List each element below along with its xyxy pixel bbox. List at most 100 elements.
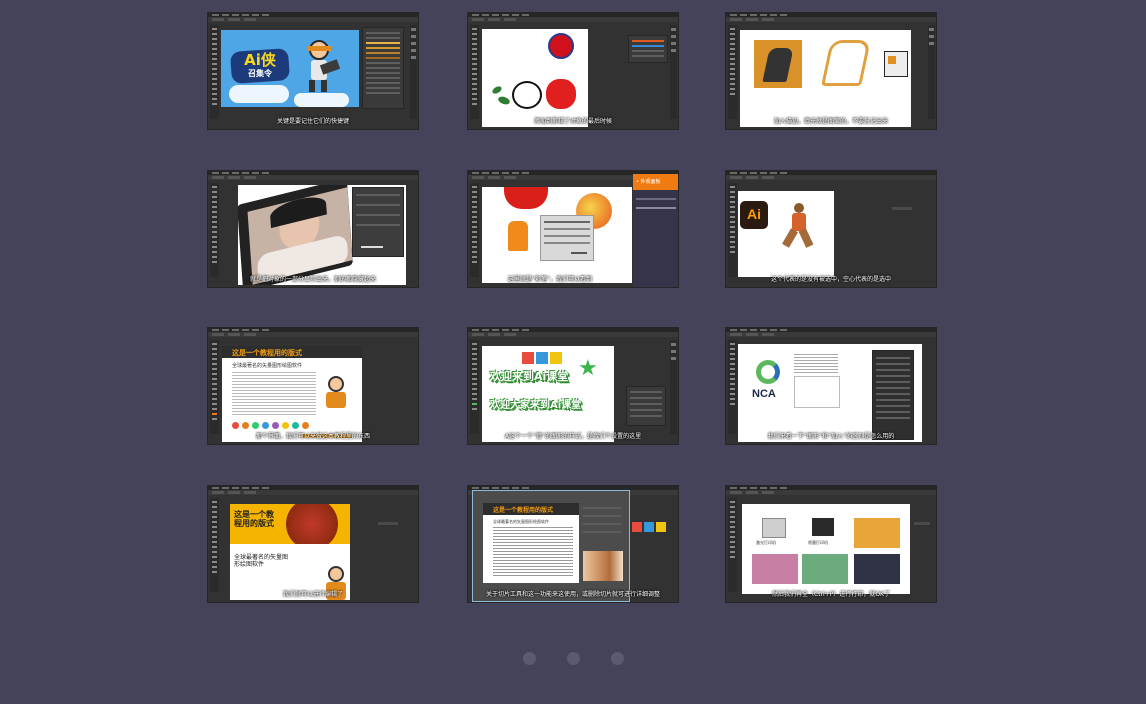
runner-illustration [782,203,814,253]
dragon-illustration [274,504,350,544]
artboard [238,185,406,285]
artboard: 这是一个教程用的版式 全球最著名的矢量图形绘图软件 [230,504,350,600]
body-text-block [232,372,316,416]
nca-logo-mark [756,360,780,384]
control-bar [208,490,418,495]
artboard [740,30,911,127]
printer-label-1: 激光打印机 [756,540,776,545]
pagination-dot-2[interactable] [567,652,580,665]
artboard: 激光打印机 喷墨打印机 [742,504,910,594]
artboard [482,29,588,127]
video-subtitle: 就是把对象的一部分显示出来，别的都隐藏起来 [249,276,376,283]
3d-options-panel [626,386,666,426]
video-thumbnail-6[interactable]: Ai 这个代表的是没有被选中，空心代表的是选中 [725,170,937,288]
tools-panel [728,340,737,434]
video-subtitle: 添加到剪辑了对象的最后时候 [533,118,612,125]
layout-title: 这是一个教程用的版式 [234,510,274,528]
pagination-dot-3[interactable] [611,652,624,665]
art-title: Ai侠 [244,51,276,69]
orange-rounded-shape [508,221,528,251]
bell-pepper-graphic [504,187,548,209]
pink-color-block [752,554,798,584]
control-bar [208,332,418,337]
panel-dock [928,25,935,119]
tools-panel [210,498,219,592]
layout-title: 这是一个教程用的版式 [232,349,302,357]
course-menu-panel: • 外观面板 [633,174,678,287]
navy-color-block [854,554,900,584]
3d-text-line-2: 欢迎大家来到Ai课堂 [490,400,582,411]
tools-panel [210,25,219,119]
artboard: Ai [738,191,834,277]
inkjet-printer-image [812,518,834,536]
canvas-hint [378,522,398,525]
video-thumbnail-10[interactable]: 这是一个教程用的版式 全球最著名的矢量图形绘图软件 我们就可以进行编辑了 [207,485,419,603]
video-subtitle: 关于切片工具和这一功能来这使用，或删除切片就可进行详细调整 [485,591,660,598]
pagination-dot-1[interactable] [523,652,536,665]
course-menu-header-label: • 外观面板 [636,179,661,185]
panel-dock [410,25,417,119]
artboard [482,187,632,283]
tools-panel [470,340,479,434]
artboard: 这是一个教程用的版式 全球最著名的矢量图形绘图软件 [222,346,362,442]
cartoon-hero-illustration [301,40,341,92]
green-star-shape: ★ [578,356,598,381]
artboard: ★ 欢迎来到Ai课堂 欢迎大家来到Ai课堂 [482,346,614,442]
control-bar [726,490,936,495]
layout-heading: 全球最著名的矢量图形绘图软件 [493,519,549,524]
tools-panel [470,183,479,277]
swatches-panel [362,27,404,109]
video-thumbnail-5[interactable]: • 外观面板 这里就是“彩笔”，我们可以看到 [467,170,679,288]
color-panel [628,35,668,63]
swatch-panel [884,51,908,77]
video-thumbnail-3[interactable]: 加入描边，填充就是图案的，不要忘记出来 [725,12,937,130]
layout-title: 这是一个教程用的版式 [493,507,554,514]
red-fill-shape [546,79,576,109]
circle-outline-shape [512,81,542,109]
printer-label-2: 喷墨打印机 [808,540,828,545]
raspberry-graphic [548,33,574,59]
page-outline [794,376,840,408]
ai-logo-text: Ai [747,206,761,222]
layers-panel [872,350,914,440]
tools-panel [728,25,737,119]
export-preview-window: 这是一个教程用的版式 全球最著名的矢量图形绘图软件 [472,490,630,602]
video-thumbnail-1[interactable]: Ai侠 召集令 关键是要记住它们的快捷键 [207,12,419,130]
video-subtitle: 加入描边，填充就是图案的，不要忘记出来 [773,118,888,125]
orange-color-block [854,518,900,548]
tools-panel [728,183,737,277]
video-subtitle: 这里就是“彩笔”，我们可以看到 [507,276,593,283]
panel-dock [670,340,677,434]
video-thumbnail-2[interactable]: 添加到剪辑了对象的最后时候 [467,12,679,130]
video-thumbnail-4[interactable]: 就是把对象的一部分显示出来，别的都隐藏起来 [207,170,419,288]
control-bar [726,17,936,22]
control-bar [468,332,678,337]
control-bar [726,175,936,180]
laser-printer-image [762,518,786,538]
clipping-dialog [352,187,404,257]
video-subtitle: 这个代表的是没有被选中，空心代表的是选中 [770,276,891,283]
video-thumbnail-9[interactable]: NCA 我们来看一下“图形”和“加入”的区别是怎么用的 [725,327,937,445]
video-thumbnail-7[interactable]: 这是一个教程用的版式 全球最著名的矢量图形绘图软件 那个界面，我们可以来做这本教… [207,327,419,445]
3d-text-line-1: 欢迎来到Ai课堂 [490,370,569,383]
control-bar [726,332,936,337]
text-column [794,354,838,374]
green-color-block [802,554,848,584]
tools-panel [470,25,479,119]
video-thumbnail-8[interactable]: ★ 欢迎来到Ai课堂 欢迎大家来到Ai课堂 A这个一个“管”的图形的样式，是我们… [467,327,679,445]
video-subtitle: 我们来看一下“图形”和“加入”的区别是怎么用的 [767,433,895,440]
icon-row [232,422,332,430]
running-figure-outline [821,40,871,86]
panel-dock [670,25,677,119]
video-thumbnail-12[interactable]: 激光打印机 喷墨打印机 然后我们再全（Ctrl+P）进行打印，就OK了 [725,485,937,603]
appearance-dialog [540,215,594,261]
mascot-illustration [322,376,350,410]
artboard: Ai侠 召集令 [221,30,359,107]
art-subtitle: 召集令 [248,69,272,78]
color-swatches [632,522,676,534]
video-subtitle: 关键是要记住它们的快捷键 [276,118,349,125]
control-bar [208,175,418,180]
video-subtitle: A这个一个“管”的图形的样式，是我们个设置的这里 [504,433,642,440]
video-thumbnail-11[interactable]: 这是一个教程用的版式 全球最著名的矢量图形绘图软件 关于切片工具和这一功能来这使… [467,485,679,603]
tools-panel [728,498,737,592]
